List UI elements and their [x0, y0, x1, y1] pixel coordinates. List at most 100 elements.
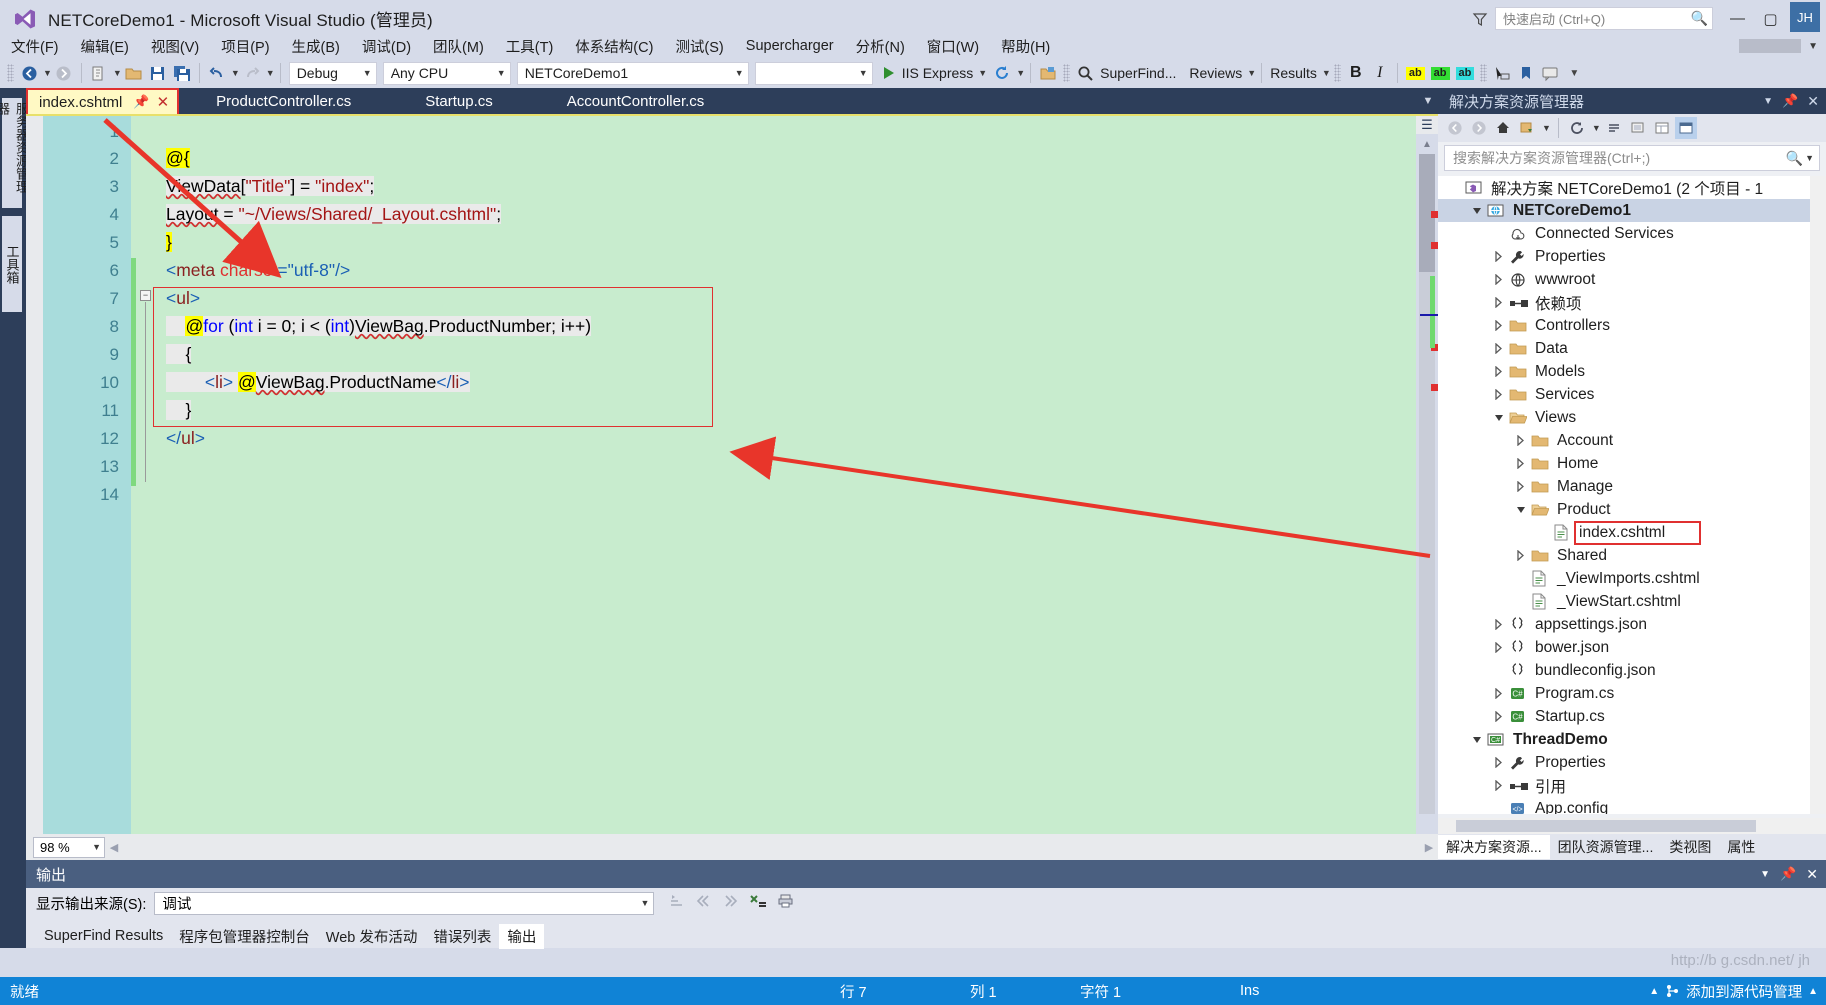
tree-item-bower-json[interactable]: bower.json — [1438, 636, 1826, 659]
account-area[interactable]: ▼ — [1739, 39, 1826, 53]
expand-arrow-icon[interactable] — [1494, 343, 1509, 354]
open-file-icon[interactable] — [122, 60, 146, 86]
back-icon[interactable] — [1444, 117, 1466, 139]
tab-error-list[interactable]: 错误列表 — [425, 924, 499, 949]
refresh-dropdown-icon[interactable]: ▼ — [1016, 68, 1025, 78]
tree-item-manage[interactable]: Manage — [1438, 475, 1826, 498]
output-source-select[interactable]: 调试 ▼ — [154, 891, 655, 915]
collapse-arrow-icon[interactable] — [1494, 412, 1509, 423]
tree-item-data[interactable]: Data — [1438, 337, 1826, 360]
menu-item-team[interactable]: 团队(M) — [433, 34, 495, 59]
menu-item-view[interactable]: 视图(V) — [151, 34, 210, 59]
tab-team-explorer[interactable]: 团队资源管理... — [1550, 835, 1662, 859]
chevron-down-icon[interactable]: ▼ — [1763, 96, 1773, 107]
close-icon[interactable]: ✕ — [1807, 93, 1819, 110]
expand-arrow-icon[interactable] — [1494, 251, 1509, 262]
zoom-level-select[interactable]: 98 % ▼ — [33, 836, 105, 858]
tree-item-program-cs[interactable]: C# Program.cs — [1438, 682, 1826, 705]
scroll-thumb[interactable] — [1456, 820, 1756, 832]
tree-item-netcoredemo1[interactable]: NETCoreDemo1 — [1438, 199, 1826, 222]
collapse-arrow-icon[interactable] — [1516, 504, 1531, 515]
source-control-icon[interactable] — [1665, 984, 1680, 998]
italic-button[interactable]: I — [1368, 60, 1392, 86]
chevron-down-icon[interactable]: ▼ — [1808, 41, 1818, 52]
editor-vertical-scrollbar[interactable]: ☰ ▲ — [1416, 116, 1438, 834]
expand-arrow-icon[interactable] — [1516, 550, 1531, 561]
rail-tab-toolbox[interactable]: 工具箱 — [2, 216, 22, 312]
tab-output[interactable]: 输出 — [499, 923, 545, 949]
menu-item-debug[interactable]: 调试(D) — [362, 34, 422, 59]
menu-item-architecture[interactable]: 体系结构(C) — [575, 34, 664, 59]
menu-item-help[interactable]: 帮助(H) — [1001, 34, 1061, 59]
collapse-arrow-icon[interactable] — [1472, 205, 1487, 216]
toolbar-grip[interactable] — [1480, 64, 1488, 82]
expand-arrow-icon[interactable] — [1516, 458, 1531, 469]
highlight-green-button[interactable]: ab — [1428, 60, 1453, 86]
home-icon[interactable] — [1492, 117, 1514, 139]
tree-item-home[interactable]: Home — [1438, 452, 1826, 475]
tree-item-[interactable]: 依赖项 — [1438, 291, 1826, 314]
new-item-icon[interactable] — [87, 60, 111, 86]
toggle-wordwrap-icon[interactable] — [722, 893, 739, 913]
editor-tab-overflow-icon[interactable]: ▼ — [1418, 88, 1438, 114]
tree-item-models[interactable]: Models — [1438, 360, 1826, 383]
comment-icon[interactable] — [1538, 60, 1562, 86]
chevron-up-icon[interactable]: ▲ — [1649, 986, 1659, 997]
bookmark-icon[interactable] — [1514, 60, 1538, 86]
chevron-down-icon[interactable]: ▼ — [1322, 68, 1331, 78]
chevron-down-icon[interactable]: ▼ — [1592, 123, 1601, 133]
solution-configuration-select[interactable]: Debug ▼ — [288, 61, 377, 85]
editor-tab-accountcontroller[interactable]: AccountController.cs — [554, 88, 718, 114]
show-all-files-icon[interactable] — [1627, 117, 1649, 139]
find-message-icon[interactable] — [668, 893, 685, 913]
chevron-down-icon[interactable]: ▼ — [978, 68, 987, 78]
preview-selected-icon[interactable] — [1674, 117, 1697, 139]
tree-item-viewimports-cshtml[interactable]: _ViewImports.cshtml — [1438, 567, 1826, 590]
print-icon[interactable] — [777, 893, 795, 913]
toolbar-grip[interactable] — [1333, 64, 1341, 82]
tree-item-views[interactable]: Views — [1438, 406, 1826, 429]
bold-button[interactable]: B — [1344, 60, 1368, 86]
chevron-down-icon[interactable]: ▼ — [727, 68, 744, 78]
expand-arrow-icon[interactable] — [1494, 642, 1509, 653]
tree-item-properties[interactable]: Properties — [1438, 245, 1826, 268]
tab-solution-explorer[interactable]: 解决方案资源... — [1438, 835, 1550, 859]
close-icon[interactable]: ✕ — [1806, 866, 1818, 883]
new-item-dropdown-icon[interactable]: ▼ — [113, 68, 122, 78]
properties-icon[interactable] — [1651, 117, 1673, 139]
undo-dropdown-icon[interactable]: ▼ — [231, 68, 240, 78]
chevron-down-icon[interactable]: ▼ — [355, 68, 372, 78]
menu-item-supercharger[interactable]: Supercharger — [746, 36, 845, 56]
forward-icon[interactable] — [1468, 117, 1490, 139]
menu-item-build[interactable]: 生成(B) — [292, 34, 351, 59]
menu-item-window[interactable]: 窗口(W) — [927, 34, 990, 59]
avatar[interactable]: JH — [1790, 2, 1820, 32]
chevron-down-icon[interactable]: ▼ — [1247, 68, 1256, 78]
tree-item-index-cshtml[interactable]: index.cshtml — [1438, 520, 1826, 545]
tree-item-[interactable]: 引用 — [1438, 774, 1826, 797]
editor-tab-index-cshtml[interactable]: index.cshtml 📌 ✕ — [26, 88, 180, 114]
solution-tree[interactable]: 解决方案 NETCoreDemo1 (2 个项目 - 1 NETCoreDemo1… — [1438, 176, 1826, 814]
expand-arrow-icon[interactable] — [1494, 619, 1509, 630]
toolbar-grip[interactable] — [7, 64, 14, 82]
solution-platform-select[interactable]: Any CPU ▼ — [382, 61, 511, 85]
expand-arrow-icon[interactable] — [1494, 780, 1509, 791]
tab-web-publish-activity[interactable]: Web 发布活动 — [318, 924, 426, 949]
tree-item-viewstart-cshtml[interactable]: _ViewStart.cshtml — [1438, 590, 1826, 613]
chevron-down-icon[interactable]: ▼ — [1805, 153, 1814, 163]
rail-tab-server-explorer[interactable]: 服务器资源管理器 — [0, 98, 29, 208]
menu-item-tools[interactable]: 工具(T) — [506, 34, 565, 59]
refresh-icon[interactable] — [1566, 117, 1588, 139]
tree-item-wwwroot[interactable]: wwwroot — [1438, 268, 1826, 291]
undo-icon[interactable] — [205, 60, 229, 86]
folder-icon[interactable] — [1036, 60, 1060, 86]
expand-arrow-icon[interactable] — [1516, 481, 1531, 492]
solution-explorer-search-input[interactable]: 搜索解决方案资源管理器(Ctrl+;) 🔍 ▼ — [1444, 145, 1820, 171]
expand-arrow-icon[interactable] — [1494, 389, 1509, 400]
pin-icon[interactable]: 📌 — [1780, 866, 1796, 882]
status-source-control-label[interactable]: 添加到源代码管理 — [1686, 981, 1802, 1002]
editor-tab-startup[interactable]: Startup.cs — [412, 88, 506, 114]
expand-arrow-icon[interactable] — [1494, 757, 1509, 768]
tree-item-properties[interactable]: Properties — [1438, 751, 1826, 774]
tree-item-connected-services[interactable]: Connected Services — [1438, 222, 1826, 245]
